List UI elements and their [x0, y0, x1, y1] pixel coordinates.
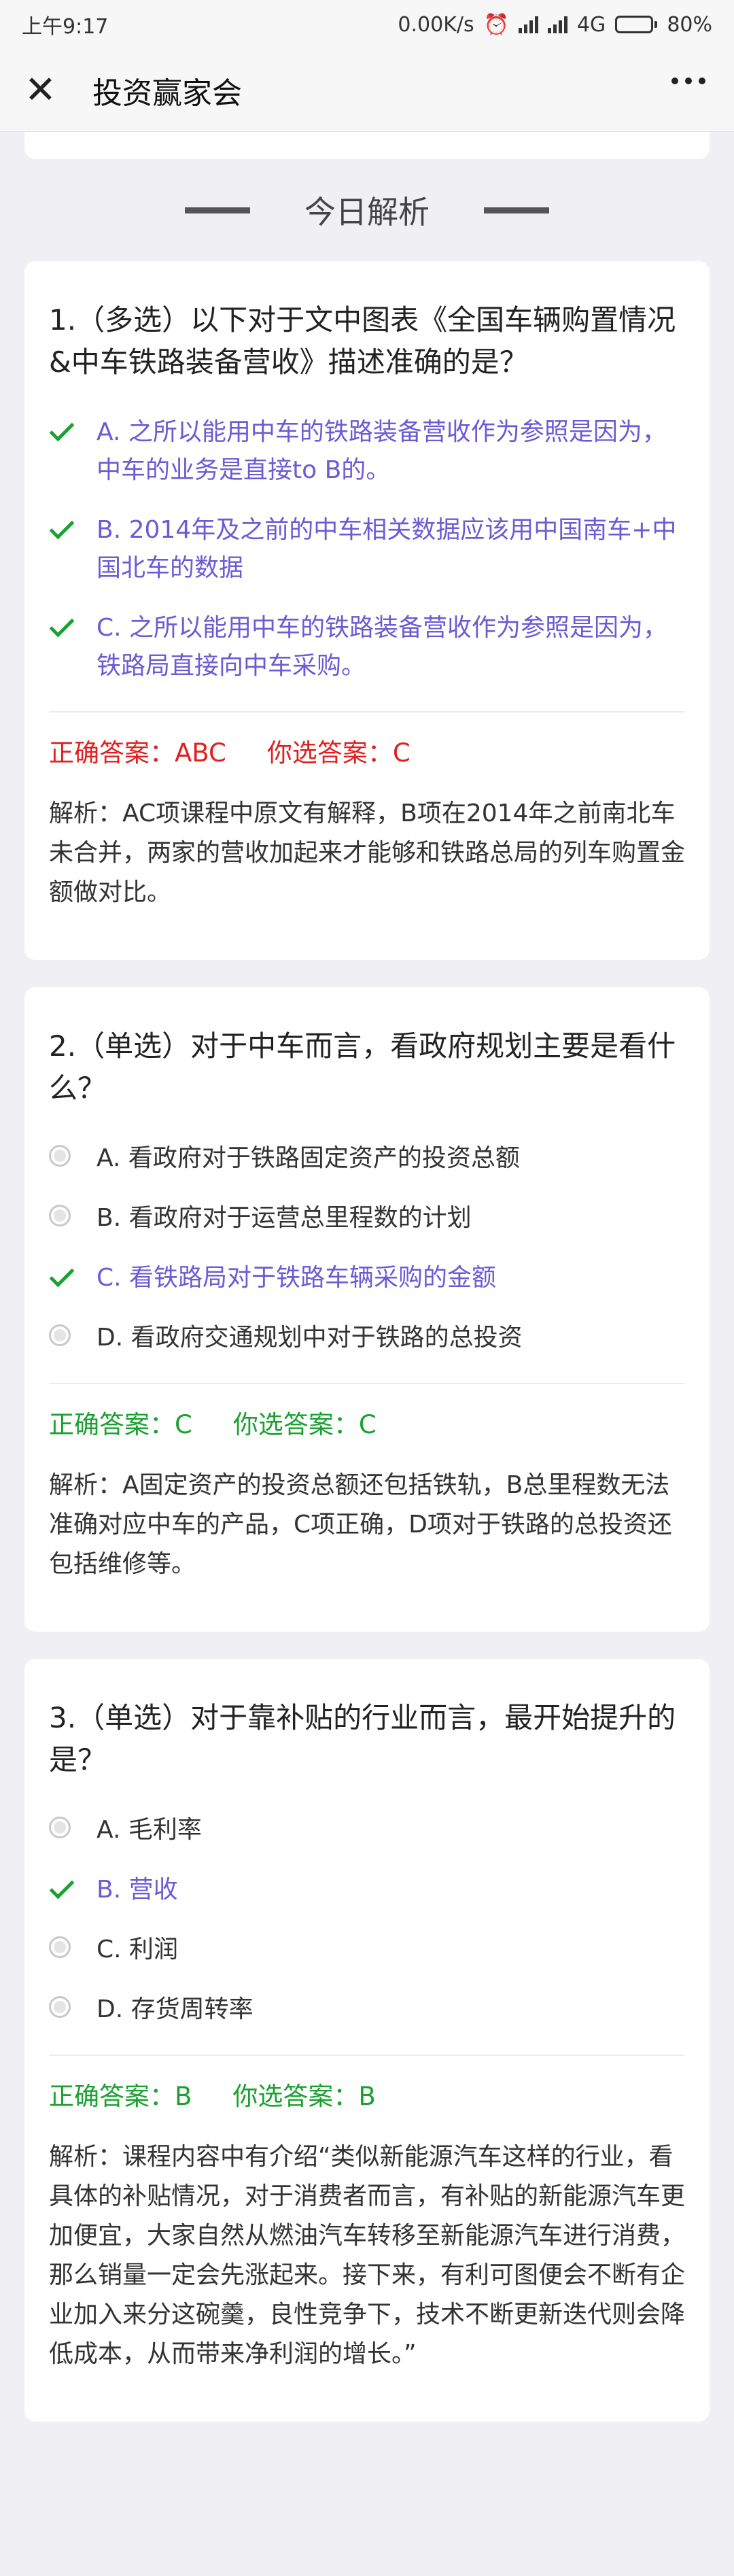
checkmark-icon	[49, 612, 75, 638]
explanation: 解析：AC项课程中原文有解释，B项在2014年之前南北车未合并，两家的营收加起来…	[49, 800, 686, 906]
alarm-icon: ⏰	[483, 12, 509, 37]
status-time: 上午9:17	[22, 15, 109, 39]
answer-option[interactable]: C. 看铁路局对于铁路车辆采购的金额	[49, 1248, 685, 1308]
question-list: 1.（多选）以下对于文中图表《全国车辆购置情况&中车铁路装备营收》描述准确的是？…	[24, 261, 710, 2422]
option-text: A. 之所以能用中车的铁路装备营收作为参照是因为，中车的业务是直接to B的。	[97, 418, 667, 484]
option-text: B. 看政府对于运营总里程数的计划	[97, 1204, 472, 1232]
nav-bar: ✕ 投资赢家会	[0, 49, 734, 132]
network-speed: 0.00K/s	[398, 12, 474, 37]
section-title: 今日解析	[304, 194, 430, 230]
answer-summary: 正确答案：ABC 你选答案：C	[49, 733, 685, 774]
more-icon[interactable]	[671, 78, 705, 84]
explanation: 解析：课程内容中有介绍“类似新能源汽车这样的行业，看具体的补贴情况，对于消费者而…	[49, 2143, 686, 2368]
signal-icon-2	[547, 16, 567, 33]
option-text: B. 营收	[97, 1876, 178, 1904]
your-answer: 你选答案：C	[232, 1410, 377, 1439]
your-answer: 你选答案：C	[266, 738, 410, 768]
battery-percent: 80%	[667, 12, 712, 37]
question-card: 3.（单选）对于靠补贴的行业而言，最开始提升的是？ A. 毛利率 B. 营收 C. 利…	[24, 1659, 710, 2422]
answer-option[interactable]: C. 之所以能用中车的铁路装备营收作为参照是因为，铁路局直接向中车采购。	[49, 598, 685, 696]
divider	[49, 2055, 685, 2056]
divider	[49, 711, 685, 712]
your-answer: 你选答案：B	[232, 2082, 376, 2111]
correct-answer: 正确答案：ABC	[49, 738, 226, 768]
answer-option[interactable]: B. 营收	[49, 1860, 685, 1920]
option-text: C. 看铁路局对于铁路车辆采购的金额	[97, 1264, 497, 1292]
answer-option[interactable]: A. 之所以能用中车的铁路装备营收作为参照是因为，中车的业务是直接to B的。	[49, 402, 685, 500]
option-text: D. 存货周转率	[97, 1995, 254, 2023]
radio-circle-icon	[49, 1996, 71, 2018]
answer-option[interactable]: D. 看政府交通规划中对于铁路的总投资	[49, 1308, 685, 1368]
status-bar: 上午9:17 0.00K/s ⏰ 4G 80%	[0, 0, 734, 49]
answer-option[interactable]: B. 2014年及之前的中车相关数据应该用中国南车+中国北车的数据	[49, 500, 685, 598]
answer-option[interactable]: A. 毛利率	[49, 1800, 685, 1860]
checkmark-icon	[49, 1262, 75, 1288]
divider	[49, 1383, 685, 1384]
section-header-line-left	[185, 207, 250, 213]
option-text: A. 毛利率	[97, 1816, 202, 1844]
battery-icon	[615, 16, 658, 33]
question-card: 1.（多选）以下对于文中图表《全国车辆购置情况&中车铁路装备营收》描述准确的是？…	[24, 261, 710, 960]
page-title: 投资赢家会	[92, 75, 242, 111]
answer-summary: 正确答案：B 你选答案：B	[49, 2076, 685, 2117]
answer-option[interactable]: D. 存货周转率	[49, 1980, 685, 2040]
signal-icon	[518, 16, 538, 33]
checkmark-icon	[49, 1874, 75, 1900]
option-text: A. 看政府对于铁路固定资产的投资总额	[97, 1144, 520, 1172]
answer-option[interactable]: A. 看政府对于铁路固定资产的投资总额	[49, 1129, 685, 1188]
option-text: C. 利润	[97, 1936, 179, 1963]
answer-option[interactable]: C. 利润	[49, 1920, 685, 1980]
option-text: D. 看政府交通规划中对于铁路的总投资	[97, 1324, 523, 1352]
explanation: 解析：A固定资产的投资总额还包括铁轨，B总里程数无法准确对应中车的产品，C项正确…	[49, 1471, 672, 1578]
correct-answer: 正确答案：C	[49, 1410, 192, 1439]
network-type: 4G	[576, 12, 606, 37]
status-indicators: 0.00K/s ⏰ 4G 80%	[398, 13, 712, 37]
radio-circle-icon	[49, 1145, 71, 1167]
radio-circle-icon	[49, 1324, 71, 1346]
radio-circle-icon	[49, 1936, 71, 1958]
question-title: 2.（单选）对于中车而言，看政府规划主要是看什么？	[49, 1029, 676, 1105]
main-content: 今日解析 1.（多选）以下对于文中图表《全国车辆购置情况&中车铁路装备营收》描述…	[0, 132, 734, 2422]
checkmark-icon	[49, 514, 75, 540]
previous-card-end	[24, 132, 710, 159]
option-text: C. 之所以能用中车的铁路装备营收作为参照是因为，铁路局直接向中车采购。	[97, 614, 668, 680]
radio-circle-icon	[49, 1205, 71, 1226]
close-icon[interactable]: ✕	[24, 71, 65, 109]
section-header-line-right	[484, 207, 549, 213]
question-card: 2.（单选）对于中车而言，看政府规划主要是看什么？ A. 看政府对于铁路固定资产的…	[24, 987, 710, 1632]
answer-summary: 正确答案：C 你选答案：C	[49, 1405, 685, 1445]
option-text: B. 2014年及之前的中车相关数据应该用中国南车+中国北车的数据	[97, 516, 677, 582]
question-title: 3.（单选）对于靠补贴的行业而言，最开始提升的是？	[49, 1701, 676, 1776]
correct-answer: 正确答案：B	[49, 2082, 192, 2111]
checkmark-icon	[49, 416, 75, 442]
section-header: 今日解析	[24, 159, 710, 261]
question-title: 1.（多选）以下对于文中图表《全国车辆购置情况&中车铁路装备营收》描述准确的是？	[49, 303, 676, 379]
radio-circle-icon	[49, 1817, 71, 1838]
answer-option[interactable]: B. 看政府对于运营总里程数的计划	[49, 1188, 685, 1248]
